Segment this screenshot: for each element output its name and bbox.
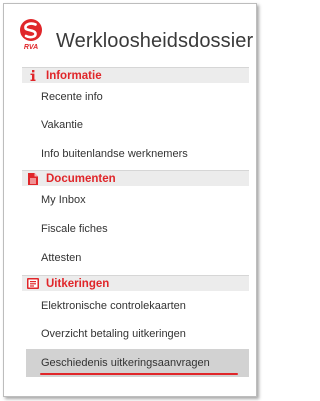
document-icon: [25, 172, 41, 185]
menu-item-elektronische-controlekaarten[interactable]: Elektronische controlekaarten: [26, 293, 249, 319]
menu-item-fiscale-fiches[interactable]: Fiscale fiches: [26, 216, 249, 242]
menu-item-vakantie[interactable]: Vakantie: [26, 112, 249, 138]
menu-panel: RVA Werkloosheidsdossier Informatie Rece…: [3, 3, 257, 397]
menu-item-geschiedenis-uitkeringsaanvragen[interactable]: Geschiedenis uitkeringsaanvragen: [26, 349, 249, 377]
menu-item-label: Geschiedenis uitkeringsaanvragen: [41, 357, 210, 369]
page-title: Werkloosheidsdossier: [56, 30, 254, 52]
menu-item-overzicht-betaling-uitkeringen[interactable]: Overzicht betaling uitkeringen: [26, 321, 249, 347]
menu-item-info-buitenlandse-werknemers[interactable]: Info buitenlandse werknemers: [26, 141, 249, 167]
section-informatie: Informatie: [22, 67, 249, 83]
section-title: Documenten: [46, 172, 116, 185]
header: RVA Werkloosheidsdossier: [16, 18, 256, 58]
rva-logo: RVA: [20, 19, 42, 51]
section-uitkeringen: Uitkeringen: [22, 275, 249, 291]
section-title: Uitkeringen: [46, 277, 110, 290]
section-title: Informatie: [46, 69, 102, 82]
benefits-icon: [25, 278, 41, 289]
menu-item-recente-info[interactable]: Recente info: [26, 84, 249, 110]
menu-item-my-inbox[interactable]: My Inbox: [26, 187, 249, 213]
section-documenten: Documenten: [22, 170, 249, 186]
logo-text: RVA: [24, 44, 38, 51]
menu-item-attesten[interactable]: Attesten: [26, 245, 249, 271]
info-icon: [25, 70, 41, 81]
highlight-underline: [40, 373, 238, 375]
